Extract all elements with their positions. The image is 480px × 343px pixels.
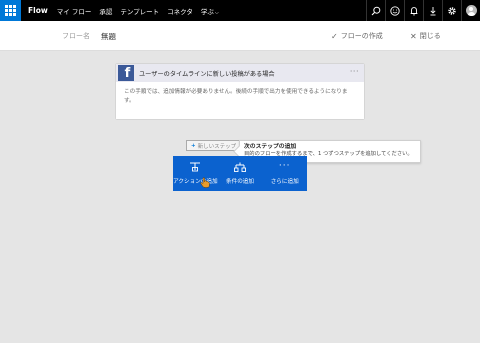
chevron-down-icon: ⌵ [214, 9, 219, 16]
nav-connectors[interactable]: コネクタ [167, 6, 193, 16]
flow-name-input[interactable]: 無題 [101, 31, 116, 42]
create-flow-label: フローの作成 [340, 32, 383, 40]
new-step-button[interactable]: + 新しいステップ [186, 140, 242, 151]
top-nav-bar: Flow マイ フロー 承認 テンプレート コネクタ 学ぶ⌵ [0, 0, 480, 21]
notifications-button[interactable] [404, 0, 423, 21]
nav-learn[interactable]: 学ぶ⌵ [201, 6, 219, 16]
tooltip-title: 次のステップの追加 [244, 144, 297, 150]
app-launcher-button[interactable] [0, 0, 21, 21]
brand-logo[interactable]: Flow [28, 6, 48, 15]
add-step-action-bar: アクションの追加 条件の追加 ··· さらに追加 [173, 156, 307, 191]
search-button[interactable] [366, 0, 385, 21]
trigger-description: この手順では、追加情報が必要ありません。後続の手順で出力を使用できるようになりま… [124, 89, 348, 104]
bell-icon [410, 6, 418, 15]
trigger-title: ユーザーのタイムラインに新しい投稿がある場合 [139, 70, 275, 78]
checkmark-icon: ✓ [331, 31, 338, 41]
nav-my-flows[interactable]: マイ フロー [57, 6, 92, 16]
more-button[interactable]: ··· さらに追加 [262, 156, 307, 191]
flow-name-label: フロー名 [62, 32, 90, 40]
trigger-card-header[interactable]: f ユーザーのタイムラインに新しい投稿がある場合 ··· [116, 64, 364, 82]
ellipsis-icon: ··· [278, 161, 291, 171]
add-condition-icon [234, 162, 246, 172]
more-label: さらに追加 [270, 179, 299, 185]
close-icon: ✕ [410, 31, 417, 41]
facebook-icon: f [118, 65, 134, 81]
gear-icon [448, 6, 456, 15]
waffle-icon [5, 5, 16, 16]
nav-templates[interactable]: テンプレート [120, 6, 159, 16]
add-condition-label: 条件の追加 [226, 179, 254, 185]
add-action-icon [190, 162, 201, 172]
add-condition-button[interactable]: 条件の追加 [218, 156, 263, 191]
create-flow-button[interactable]: ✓ フローの作成 [331, 31, 383, 41]
more-options-icon[interactable]: ··· [350, 67, 359, 76]
add-action-button[interactable]: アクションの追加 [173, 156, 218, 191]
plus-icon: + [191, 142, 196, 149]
facebook-letter: f [124, 66, 131, 81]
add-action-label: アクションの追加 [173, 179, 218, 185]
download-icon [430, 6, 436, 15]
search-icon [371, 6, 381, 15]
hand-cursor-icon [200, 177, 210, 188]
flow-editor-header: フロー名 無題 ✓ フローの作成 ✕ 閉じる [0, 21, 480, 51]
account-button[interactable] [461, 0, 480, 21]
new-step-label: 新しいステップ [197, 143, 237, 150]
download-button[interactable] [423, 0, 442, 21]
settings-button[interactable] [442, 0, 461, 21]
smiley-icon [390, 5, 400, 16]
close-label: 閉じる [419, 32, 441, 40]
close-button[interactable]: ✕ 閉じる [410, 31, 441, 41]
trigger-card[interactable]: f ユーザーのタイムラインに新しい投稿がある場合 ··· この手順では、追加情報… [116, 64, 364, 119]
nav-learn-label: 学ぶ [200, 7, 214, 16]
feedback-button[interactable] [385, 0, 404, 21]
nav-approvals[interactable]: 承認 [99, 6, 112, 16]
top-icon-group [366, 0, 480, 21]
avatar [465, 5, 477, 16]
